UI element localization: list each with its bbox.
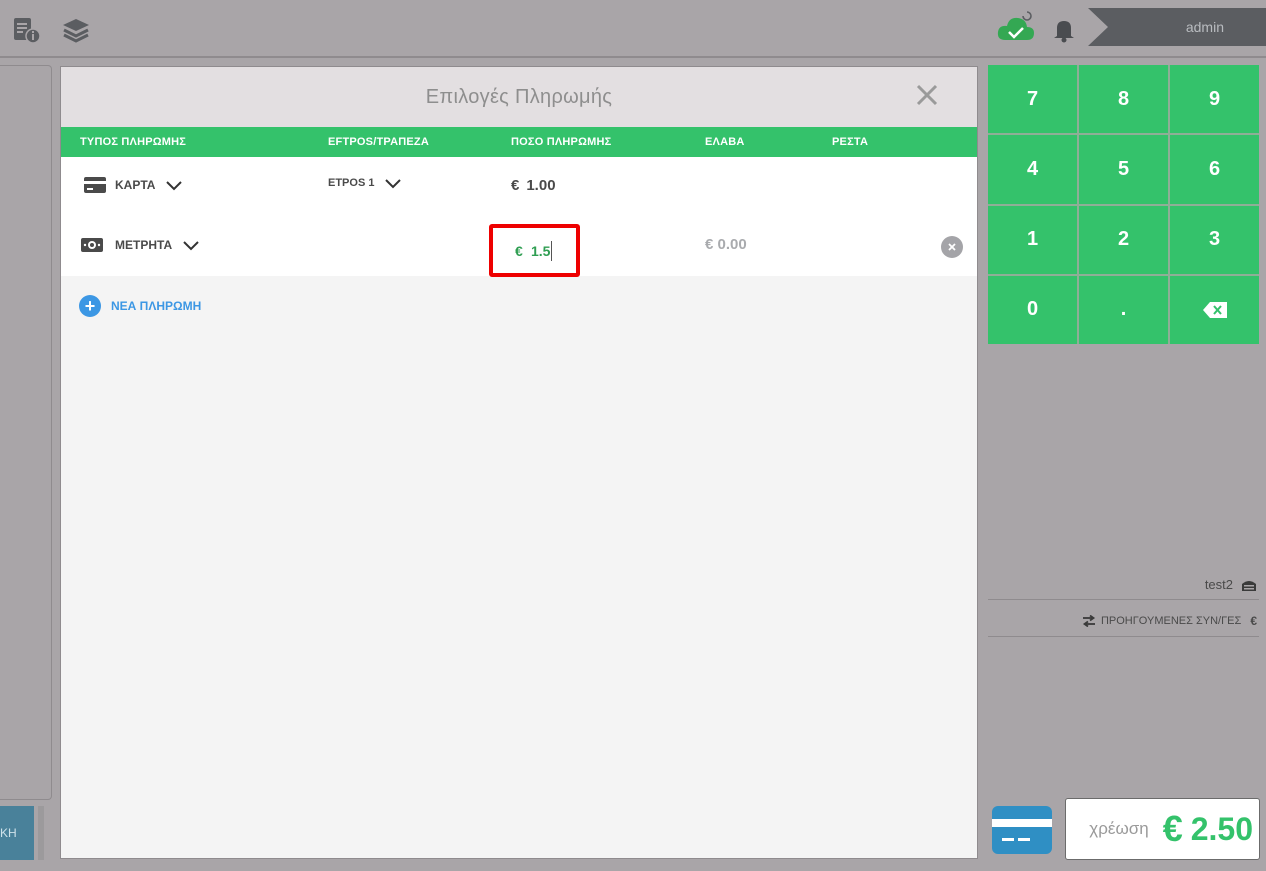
card-payment-button[interactable]	[992, 806, 1052, 854]
charge-label: χρέωση	[1089, 819, 1149, 838]
cash-amount-input[interactable]: € 1.5	[489, 224, 580, 277]
table-name: test2	[1204, 577, 1233, 592]
key-9[interactable]: 9	[1170, 65, 1259, 134]
currency-symbol: €	[511, 177, 520, 194]
key-3[interactable]: 3	[1170, 205, 1259, 274]
payments-table-header: ΤΥΠΟΣ ΠΛΗΡΩΜΗΣ EFTPOS/ΤΡΑΠΕΖΑ ΠΟΣΟ ΠΛΗΡΩ…	[61, 127, 977, 157]
top-bar: admin	[0, 0, 1266, 58]
new-payment-button[interactable]: + ΝΕΑ ΠΛΗΡΩΜΗ	[79, 295, 201, 317]
swap-arrows-icon	[1082, 615, 1096, 627]
key-2[interactable]: 2	[1079, 205, 1168, 274]
previous-transactions-label: ΠΡΟΗΓΟΥΜΕΝΕΣ ΣΥΝ/ΓΕΣ	[1100, 615, 1242, 627]
key-decimal[interactable]: .	[1079, 275, 1168, 344]
charge-currency: €	[1162, 808, 1183, 849]
close-icon[interactable]	[913, 81, 941, 109]
plus-circle-icon: +	[79, 295, 101, 317]
receipt-info-icon[interactable]	[10, 14, 42, 46]
received-amount: € 0.00	[705, 236, 747, 253]
column-header-change: ΡΕΣΤΑ	[832, 136, 869, 148]
new-payment-label: ΝΕΑ ΠΛΗΡΩΜΗ	[111, 299, 202, 313]
backspace-icon	[1202, 301, 1227, 318]
text-cursor	[551, 241, 552, 261]
received-amount-value: € 0.00	[705, 236, 747, 253]
payment-type-select-cash[interactable]: ΜΕΤΡΗΤΑ	[81, 237, 200, 253]
eftpos-select[interactable]: ETPOS 1	[328, 177, 402, 189]
chevron-down-icon	[166, 181, 183, 191]
payment-options-modal: Επιλογές Πληρωμής ΤΥΠΟΣ ΠΛΗΡΩΜΗΣ EFTPOS/…	[60, 66, 978, 859]
modal-title: Επιλογές Πληρωμής	[425, 85, 613, 108]
table-icon	[1242, 580, 1256, 591]
key-6[interactable]: 6	[1170, 135, 1259, 204]
key-4[interactable]: 4	[988, 135, 1077, 204]
euro-icon: €	[1250, 614, 1257, 628]
cash-icon	[81, 238, 103, 252]
chevron-down-icon	[183, 241, 199, 251]
column-header-payment-amount: ΠΟΣΟ ΠΛΗΡΩΜΗΣ	[511, 136, 612, 148]
credit-card-icon	[992, 819, 1052, 841]
payment-type-label: ΚΑΡΤΑ	[115, 178, 156, 192]
cloud-sync-icon[interactable]	[996, 10, 1036, 46]
left-action-button[interactable]: ΚΗ	[0, 806, 34, 860]
cash-currency-symbol: €	[515, 243, 523, 259]
user-menu[interactable]: admin	[1088, 8, 1266, 46]
key-5[interactable]: 5	[1079, 135, 1168, 204]
layers-icon[interactable]	[60, 14, 92, 46]
key-8[interactable]: 8	[1079, 65, 1168, 134]
column-header-payment-type: ΤΥΠΟΣ ΠΛΗΡΩΜΗΣ	[80, 136, 187, 148]
credit-card-icon	[84, 177, 106, 193]
column-header-eftpos-bank: EFTPOS/ΤΡΑΠΕΖΑ	[328, 136, 429, 148]
card-amount-value: 1.00	[526, 177, 556, 194]
key-0[interactable]: 0	[988, 275, 1077, 344]
left-action-label: ΚΗ	[0, 826, 17, 840]
remove-payment-icon[interactable]	[941, 236, 963, 258]
table-info: test2	[988, 570, 1259, 600]
previous-transactions-link[interactable]: ΠΡΟΗΓΟΥΜΕΝΕΣ ΣΥΝ/ΓΕΣ €	[988, 606, 1259, 637]
bell-icon[interactable]	[1048, 14, 1080, 46]
modal-header: Επιλογές Πληρωμής	[61, 67, 977, 127]
backspace-key[interactable]	[1170, 275, 1259, 344]
charge-button[interactable]: χρέωση € 2.50	[1065, 798, 1260, 860]
charge-amount: 2.50	[1190, 810, 1253, 847]
payment-type-label: ΜΕΤΡΗΤΑ	[115, 238, 173, 252]
column-header-received: ΕΛΑΒΑ	[705, 136, 745, 148]
username: admin	[1185, 19, 1224, 35]
cash-amount-value: 1.5	[531, 243, 551, 259]
eftpos-label: ETPOS 1	[328, 177, 375, 189]
left-panel	[0, 65, 52, 800]
chevron-down-icon	[385, 179, 402, 189]
key-1[interactable]: 1	[988, 205, 1077, 274]
card-amount[interactable]: € 1.00	[511, 177, 556, 194]
left-secondary-button[interactable]	[38, 806, 44, 860]
numeric-keypad: 7 8 9 4 5 6 1 2 3 0 .	[988, 65, 1259, 344]
key-7[interactable]: 7	[988, 65, 1077, 134]
payment-type-select-card[interactable]: ΚΑΡΤΑ	[84, 177, 183, 193]
